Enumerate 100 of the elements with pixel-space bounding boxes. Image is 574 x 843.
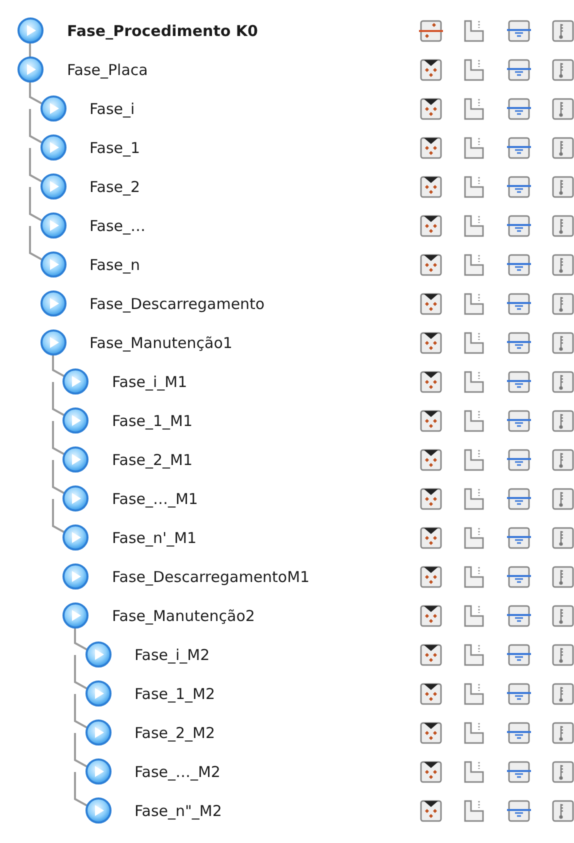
thermometer-icon[interactable] bbox=[550, 524, 574, 550]
weight-box-icon[interactable] bbox=[418, 212, 444, 238]
thermometer-icon[interactable] bbox=[550, 290, 574, 316]
play-icon bbox=[40, 212, 66, 239]
phase-label[interactable]: Fase_i bbox=[90, 100, 135, 118]
water-level-icon[interactable] bbox=[506, 642, 532, 668]
water-level-icon[interactable] bbox=[506, 212, 532, 238]
phase-label[interactable]: Fase_Descarregamento bbox=[90, 294, 265, 312]
thermometer-icon[interactable] bbox=[550, 368, 574, 394]
thermometer-icon[interactable] bbox=[550, 212, 574, 238]
weight-box-icon[interactable] bbox=[418, 564, 444, 590]
water-level-icon[interactable] bbox=[506, 56, 532, 82]
weight-box-icon[interactable] bbox=[418, 96, 444, 122]
water-level-icon[interactable] bbox=[506, 408, 532, 434]
phase-label[interactable]: Fase_Manutenção2 bbox=[112, 606, 255, 624]
water-level-icon[interactable] bbox=[506, 564, 532, 590]
thermometer-icon[interactable] bbox=[550, 96, 574, 122]
thermometer-icon[interactable] bbox=[550, 602, 574, 628]
play-icon bbox=[84, 719, 112, 746]
weight-box-icon[interactable] bbox=[418, 524, 444, 550]
phase-label[interactable]: Fase_2_M2 bbox=[134, 724, 216, 742]
phase-label[interactable]: Fase_i_M2 bbox=[134, 646, 210, 664]
weight-box-icon[interactable] bbox=[418, 368, 444, 394]
weight-box-icon[interactable] bbox=[418, 290, 444, 316]
thermometer-icon[interactable] bbox=[550, 56, 574, 82]
play-icon bbox=[17, 56, 44, 83]
play-icon bbox=[62, 563, 89, 590]
phase-label[interactable]: Fase_1_M1 bbox=[112, 412, 193, 430]
weight-box-icon[interactable] bbox=[418, 680, 444, 706]
water-level-icon[interactable] bbox=[506, 252, 532, 278]
water-level-icon[interactable] bbox=[506, 680, 532, 706]
weight-box-icon[interactable] bbox=[418, 798, 444, 824]
weight-box-icon[interactable] bbox=[418, 602, 444, 628]
water-level-icon[interactable] bbox=[506, 486, 532, 512]
weight-box-icon[interactable] bbox=[418, 720, 444, 746]
phase-label[interactable]: Fase_1 bbox=[90, 138, 140, 156]
thermometer-icon[interactable] bbox=[550, 758, 574, 784]
thermometer-icon[interactable] bbox=[550, 408, 574, 434]
thermometer-icon[interactable] bbox=[550, 446, 574, 472]
play-icon bbox=[62, 368, 89, 395]
water-level-icon[interactable] bbox=[506, 446, 532, 472]
weight-box-icon[interactable] bbox=[418, 446, 444, 472]
phase-label[interactable]: Fase_…_M1 bbox=[112, 490, 198, 508]
play-icon bbox=[17, 17, 44, 44]
phase-label[interactable]: Fase_n'_M1 bbox=[112, 528, 197, 546]
weight-box-icon[interactable] bbox=[418, 252, 444, 278]
weight-box-icon[interactable] bbox=[418, 758, 444, 784]
phase-label[interactable]: Fase_n bbox=[90, 256, 140, 274]
weight-box-icon[interactable] bbox=[418, 134, 444, 160]
play-icon bbox=[84, 758, 112, 785]
phase-label[interactable]: Fase_2_M1 bbox=[112, 450, 193, 468]
phase-label[interactable]: Fase_Placa bbox=[67, 60, 148, 78]
thermometer-icon[interactable] bbox=[550, 680, 574, 706]
weight-box-icon[interactable] bbox=[418, 56, 444, 82]
phase-label[interactable]: Fase_DescarregamentoM1 bbox=[112, 568, 310, 586]
water-level-icon[interactable] bbox=[506, 96, 532, 122]
water-level-icon[interactable] bbox=[506, 290, 532, 316]
water-level-icon[interactable] bbox=[506, 798, 532, 824]
phase-label[interactable]: Fase_Procedimento K0 bbox=[67, 22, 258, 40]
phase-label[interactable]: Fase_i_M1 bbox=[112, 372, 188, 390]
play-icon bbox=[40, 173, 66, 200]
water-level-icon[interactable] bbox=[506, 368, 532, 394]
water-level-icon[interactable] bbox=[506, 330, 532, 356]
thermometer-icon[interactable] bbox=[550, 252, 574, 278]
thermometer-icon[interactable] bbox=[550, 564, 574, 590]
thermometer-icon[interactable] bbox=[550, 174, 574, 200]
water-level-icon[interactable] bbox=[506, 174, 532, 200]
play-icon bbox=[84, 797, 112, 824]
phase-label[interactable]: Fase_1_M2 bbox=[134, 684, 216, 702]
thermometer-icon[interactable] bbox=[550, 720, 574, 746]
play-icon bbox=[40, 95, 66, 122]
weight-box-icon[interactable] bbox=[418, 642, 444, 668]
weight-box-icon[interactable] bbox=[418, 330, 444, 356]
phase-label[interactable]: Fase_n"_M2 bbox=[134, 802, 222, 820]
phase-label[interactable]: Fase_Manutenção1 bbox=[90, 334, 232, 352]
weight-box-icon[interactable] bbox=[418, 408, 444, 434]
play-icon bbox=[62, 524, 89, 551]
play-icon bbox=[62, 446, 89, 473]
thermometer-icon[interactable] bbox=[550, 486, 574, 512]
weight-box-icon[interactable] bbox=[418, 486, 444, 512]
split-box-icon[interactable] bbox=[418, 18, 444, 44]
water-level-icon[interactable] bbox=[506, 602, 532, 628]
water-level-icon[interactable] bbox=[506, 758, 532, 784]
play-icon bbox=[84, 680, 112, 707]
weight-box-icon[interactable] bbox=[418, 174, 444, 200]
water-level-icon[interactable] bbox=[506, 524, 532, 550]
phase-label[interactable]: Fase_…_M2 bbox=[134, 762, 220, 780]
thermometer-icon[interactable] bbox=[550, 18, 574, 44]
water-level-icon[interactable] bbox=[506, 720, 532, 746]
thermometer-icon[interactable] bbox=[550, 798, 574, 824]
water-level-icon[interactable] bbox=[506, 18, 532, 44]
phase-label[interactable]: Fase_… bbox=[90, 216, 146, 234]
play-icon bbox=[40, 251, 66, 278]
play-icon bbox=[62, 602, 89, 629]
thermometer-icon[interactable] bbox=[550, 134, 574, 160]
phase-label[interactable]: Fase_2 bbox=[90, 178, 140, 196]
thermometer-icon[interactable] bbox=[550, 642, 574, 668]
thermometer-icon[interactable] bbox=[550, 330, 574, 356]
water-level-icon[interactable] bbox=[506, 134, 532, 160]
play-icon bbox=[40, 329, 66, 356]
